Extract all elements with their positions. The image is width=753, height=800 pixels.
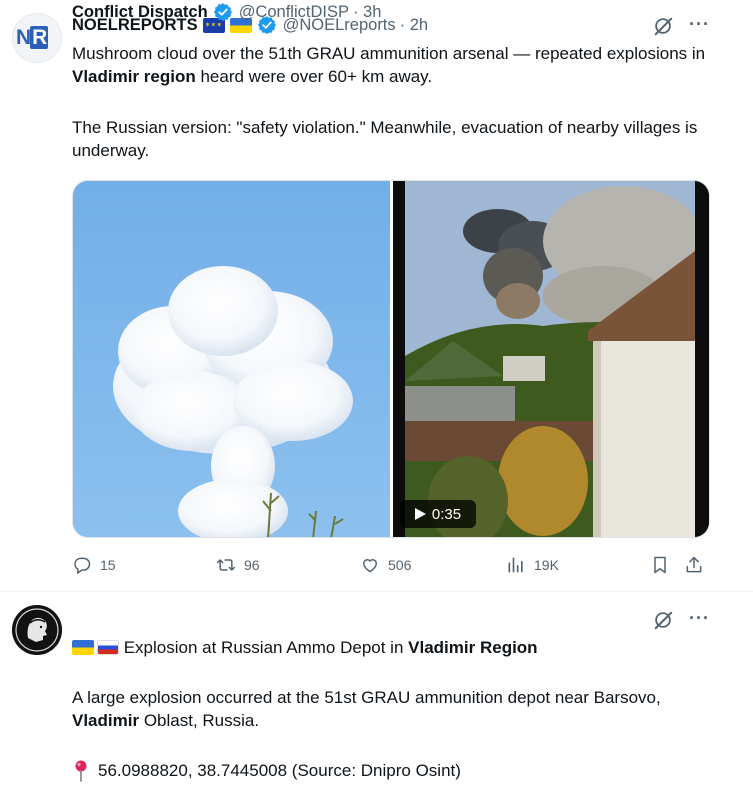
ukraine-flag-icon [72,640,94,655]
round-pushpin-icon [75,760,87,782]
tweet-text: Mushroom cloud over the 51th GRAU ammuni… [72,44,706,86]
helmet-head-logo-icon [12,605,62,655]
repost-icon [216,559,236,571]
grok-icon[interactable] [652,15,674,37]
heart-icon [362,559,378,573]
tweet-media[interactable]: 0:35 [72,180,710,538]
user-handle[interactable]: @ConflictDISP [239,3,349,22]
bookmark-icon[interactable] [650,555,670,575]
more-options-icon[interactable]: ··· [689,608,710,629]
reply-button[interactable]: 15 [72,553,116,577]
reply-icon [74,557,91,575]
timestamp[interactable]: · 2h [400,16,428,35]
mushroom-cloud-photo[interactable] [73,181,390,538]
views-chart-icon [508,557,523,573]
avatar-noelreports[interactable]: NR [12,13,62,63]
share-icon[interactable] [684,555,704,575]
avatar-conflict-dispatch[interactable] [12,605,62,655]
russia-flag-icon [97,640,119,655]
tweet-header-conflict-dispatch: Conflict Dispatch @ConflictDISP · 3h [72,0,381,24]
tweet-noelreports[interactable]: NR NOELREPORTS @NOELreports · 2h ··· Mus… [0,0,753,592]
explosion-video-thumbnail[interactable] [393,181,710,538]
play-icon [414,508,426,520]
noelreports-logo: NR [16,26,49,49]
tweet-text-line-1: Explosion at Russian Ammo Depot in Vladi… [72,636,712,659]
like-button[interactable]: 506 [360,553,411,577]
video-duration-badge[interactable]: 0:35 [400,500,476,528]
views-button[interactable]: 19K [506,553,559,577]
repost-button[interactable]: 96 [216,553,260,577]
verified-badge-icon[interactable] [213,2,233,22]
more-options-icon[interactable]: ··· [689,14,710,35]
grok-icon[interactable] [652,609,674,631]
tweet-text-paragraph-2: A large explosion occurred at the 51st G… [72,688,661,730]
tweet-text-paragraph-2: The Russian version: "safety violation."… [72,118,698,160]
display-name[interactable]: Conflict Dispatch [72,3,208,22]
timestamp[interactable]: · 3h [353,3,381,22]
tweet-text-coordinates: 56.0988820, 38.7445008 (Source: Dnipro O… [72,759,712,782]
tweet-actions: 15 96 506 19K [72,553,712,577]
